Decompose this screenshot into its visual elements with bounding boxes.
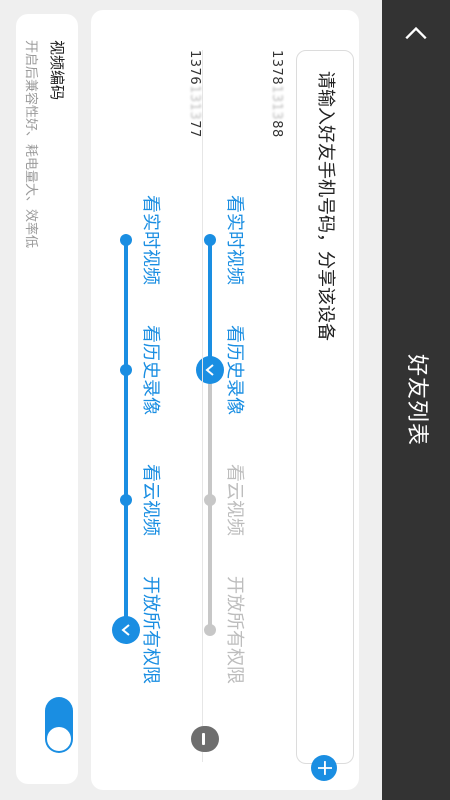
permission-track-active bbox=[208, 240, 212, 370]
permission-all[interactable]: 开放所有权限 bbox=[223, 576, 249, 684]
back-button[interactable] bbox=[382, 0, 450, 68]
chevron-down-icon bbox=[205, 364, 214, 376]
title-bar: 好友列表 bbox=[382, 0, 450, 800]
phone-suffix: 77 bbox=[187, 120, 202, 138]
friend-row: 1376131377 看实时视频 看历史录像 看云视频 开放所有权限 bbox=[107, 50, 217, 762]
friend-row: 1378131388 看实时视频 看历史录像 看云视频 开放所有权限 bbox=[193, 50, 289, 762]
video-encoding-description: 开启后兼容性好、耗电量大、效率低 bbox=[23, 40, 38, 249]
permission-history-recording[interactable]: 看历史录像 bbox=[223, 325, 249, 415]
permission-step-dot[interactable] bbox=[204, 234, 216, 246]
plus-icon: + bbox=[312, 758, 337, 778]
permission-slider-handle[interactable] bbox=[112, 616, 140, 644]
permission-all[interactable]: 开放所有权限 bbox=[139, 576, 165, 684]
rotated-screen: 好友列表 请输入好友手机号码，分享该设备 + 1378131388 看实时视频 … bbox=[0, 0, 450, 800]
page-title: 好友列表 bbox=[404, 353, 429, 446]
phone-masked: 1313 bbox=[269, 85, 284, 121]
minus-icon bbox=[202, 733, 206, 745]
phone-prefix: 1376 bbox=[187, 50, 202, 86]
chevron-left-icon bbox=[405, 26, 427, 40]
share-phone-placeholder: 请输入好友手机号码，分享该设备 bbox=[315, 71, 336, 341]
share-phone-input[interactable]: 请输入好友手机号码，分享该设备 + bbox=[296, 50, 354, 781]
remove-friend-button[interactable] bbox=[191, 726, 217, 752]
permission-history-recording[interactable]: 看历史录像 bbox=[139, 325, 165, 415]
video-encoding-toggle[interactable] bbox=[45, 697, 73, 753]
add-friend-button[interactable]: + bbox=[311, 755, 337, 781]
permission-step-dot[interactable] bbox=[204, 494, 216, 506]
friends-card: 请输入好友手机号码，分享该设备 + 1378131388 看实时视频 看历史录像… bbox=[91, 10, 359, 790]
friend-phone: 1376131377 bbox=[187, 50, 202, 138]
friend-phone: 1378131388 bbox=[269, 50, 284, 138]
permission-live-video[interactable]: 看实时视频 bbox=[139, 195, 165, 285]
permission-step-dot[interactable] bbox=[120, 364, 132, 376]
permission-live-video[interactable]: 看实时视频 bbox=[223, 195, 249, 285]
permission-track-active bbox=[124, 240, 128, 630]
app-viewport: 好友列表 请输入好友手机号码，分享该设备 + 1378131388 看实时视频 … bbox=[0, 0, 450, 800]
permission-cloud-video[interactable]: 看云视频 bbox=[139, 464, 165, 536]
chevron-down-icon bbox=[121, 624, 130, 636]
permission-step-dot[interactable] bbox=[204, 624, 216, 636]
video-encoding-title: 视频编码 bbox=[48, 40, 66, 101]
toggle-knob bbox=[47, 727, 71, 751]
phone-masked: 1313 bbox=[187, 85, 202, 121]
phone-prefix: 1378 bbox=[269, 50, 284, 86]
permission-cloud-video[interactable]: 看云视频 bbox=[223, 464, 249, 536]
permission-step-dot[interactable] bbox=[120, 494, 132, 506]
permission-step-dot[interactable] bbox=[120, 234, 132, 246]
phone-suffix: 88 bbox=[269, 120, 284, 138]
video-encoding-card: 视频编码 开启后兼容性好、耗电量大、效率低 bbox=[16, 14, 78, 784]
